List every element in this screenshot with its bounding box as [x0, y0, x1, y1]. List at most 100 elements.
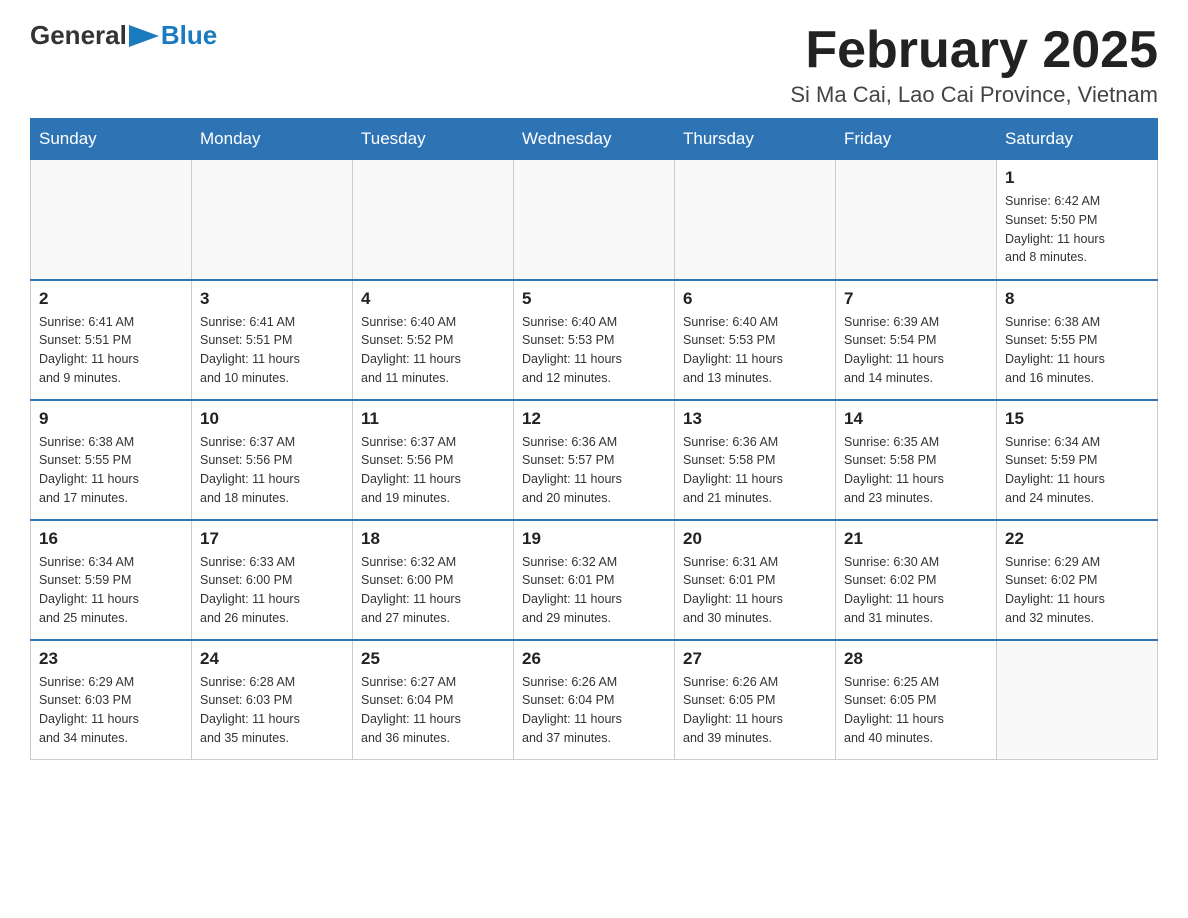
day-number: 2 [39, 289, 183, 309]
calendar-day-cell [192, 160, 353, 280]
calendar-day-cell [514, 160, 675, 280]
calendar-day-cell [31, 160, 192, 280]
day-number: 20 [683, 529, 827, 549]
calendar-day-cell: 21 Sunrise: 6:30 AMSunset: 6:02 PMDayligh… [836, 520, 997, 640]
calendar-day-cell: 10Sunrise: 6:37 AMSunset: 5:56 PMDayligh… [192, 400, 353, 520]
calendar-day-cell: 16Sunrise: 6:34 AMSunset: 5:59 PMDayligh… [31, 520, 192, 640]
day-info: Sunrise: 6:31 AMSunset: 6:01 PMDaylight:… [683, 553, 827, 628]
day-info: Sunrise: 6:36 AMSunset: 5:58 PMDaylight:… [683, 433, 827, 508]
logo-general-text: General [30, 20, 127, 51]
logo-flag-icon [129, 25, 159, 47]
day-info: Sunrise: 6:42 AMSunset: 5:50 PMDaylight:… [1005, 192, 1149, 267]
calendar-week-row: 9 Sunrise: 6:38 AMSunset: 5:55 PMDaylight… [31, 400, 1158, 520]
day-number: 12 [522, 409, 666, 429]
day-of-week-header: Sunday [31, 119, 192, 160]
day-info: Sunrise: 6:35 AMSunset: 5:58 PMDaylight:… [844, 433, 988, 508]
day-info: Sunrise: 6:41 AMSunset: 5:51 PMDaylight:… [200, 313, 344, 388]
title-section: February 2025 Si Ma Cai, Lao Cai Provinc… [790, 20, 1158, 108]
day-info: Sunrise: 6:37 AMSunset: 5:56 PMDaylight:… [361, 433, 505, 508]
day-number: 9 [39, 409, 183, 429]
day-number: 19 [522, 529, 666, 549]
day-number: 26 [522, 649, 666, 669]
calendar-day-cell: 12 Sunrise: 6:36 AMSunset: 5:57 PMDayligh… [514, 400, 675, 520]
day-number: 3 [200, 289, 344, 309]
page-header: General Blue February 2025 Si Ma Cai, La… [30, 20, 1158, 108]
calendar-day-cell: 2 Sunrise: 6:41 AMSunset: 5:51 PMDaylight… [31, 280, 192, 400]
day-number: 21 [844, 529, 988, 549]
calendar-day-cell: 23Sunrise: 6:29 AMSunset: 6:03 PMDayligh… [31, 640, 192, 760]
calendar-day-cell: 1 Sunrise: 6:42 AMSunset: 5:50 PMDaylight… [997, 160, 1158, 280]
day-info: Sunrise: 6:27 AMSunset: 6:04 PMDaylight:… [361, 673, 505, 748]
calendar-day-cell [836, 160, 997, 280]
day-of-week-header: Friday [836, 119, 997, 160]
day-number: 22 [1005, 529, 1149, 549]
day-number: 18 [361, 529, 505, 549]
calendar-day-cell: 19 Sunrise: 6:32 AMSunset: 6:01 PMDayligh… [514, 520, 675, 640]
calendar-day-cell: 25 Sunrise: 6:27 AMSunset: 6:04 PMDayligh… [353, 640, 514, 760]
day-info: Sunrise: 6:29 AMSunset: 6:03 PMDaylight:… [39, 673, 183, 748]
day-info: Sunrise: 6:29 AMSunset: 6:02 PMDaylight:… [1005, 553, 1149, 628]
calendar-day-cell: 11 Sunrise: 6:37 AMSunset: 5:56 PMDayligh… [353, 400, 514, 520]
day-number: 4 [361, 289, 505, 309]
day-number: 17 [200, 529, 344, 549]
day-number: 25 [361, 649, 505, 669]
calendar-week-row: 1 Sunrise: 6:42 AMSunset: 5:50 PMDaylight… [31, 160, 1158, 280]
day-number: 27 [683, 649, 827, 669]
calendar-day-cell: 15Sunrise: 6:34 AMSunset: 5:59 PMDayligh… [997, 400, 1158, 520]
day-info: Sunrise: 6:40 AMSunset: 5:53 PMDaylight:… [683, 313, 827, 388]
day-info: Sunrise: 6:33 AMSunset: 6:00 PMDaylight:… [200, 553, 344, 628]
calendar-week-row: 2 Sunrise: 6:41 AMSunset: 5:51 PMDaylight… [31, 280, 1158, 400]
calendar-day-cell: 9 Sunrise: 6:38 AMSunset: 5:55 PMDaylight… [31, 400, 192, 520]
day-info: Sunrise: 6:39 AMSunset: 5:54 PMDaylight:… [844, 313, 988, 388]
day-of-week-header: Monday [192, 119, 353, 160]
day-info: Sunrise: 6:32 AMSunset: 6:01 PMDaylight:… [522, 553, 666, 628]
day-number: 13 [683, 409, 827, 429]
day-number: 7 [844, 289, 988, 309]
day-info: Sunrise: 6:38 AMSunset: 5:55 PMDaylight:… [39, 433, 183, 508]
day-number: 1 [1005, 168, 1149, 188]
day-info: Sunrise: 6:28 AMSunset: 6:03 PMDaylight:… [200, 673, 344, 748]
calendar-day-cell: 7 Sunrise: 6:39 AMSunset: 5:54 PMDaylight… [836, 280, 997, 400]
day-number: 24 [200, 649, 344, 669]
day-info: Sunrise: 6:40 AMSunset: 5:53 PMDaylight:… [522, 313, 666, 388]
calendar-day-cell: 28Sunrise: 6:25 AMSunset: 6:05 PMDayligh… [836, 640, 997, 760]
calendar-day-cell: 5 Sunrise: 6:40 AMSunset: 5:53 PMDaylight… [514, 280, 675, 400]
day-number: 6 [683, 289, 827, 309]
day-number: 11 [361, 409, 505, 429]
location-subtitle: Si Ma Cai, Lao Cai Province, Vietnam [790, 82, 1158, 108]
day-info: Sunrise: 6:38 AMSunset: 5:55 PMDaylight:… [1005, 313, 1149, 388]
day-of-week-header: Thursday [675, 119, 836, 160]
day-of-week-header: Tuesday [353, 119, 514, 160]
calendar-day-cell: 18Sunrise: 6:32 AMSunset: 6:00 PMDayligh… [353, 520, 514, 640]
logo: General Blue [30, 20, 217, 51]
calendar-day-cell [675, 160, 836, 280]
day-info: Sunrise: 6:26 AMSunset: 6:04 PMDaylight:… [522, 673, 666, 748]
calendar-week-row: 23Sunrise: 6:29 AMSunset: 6:03 PMDayligh… [31, 640, 1158, 760]
calendar-day-cell: 13 Sunrise: 6:36 AMSunset: 5:58 PMDayligh… [675, 400, 836, 520]
calendar-day-cell: 6 Sunrise: 6:40 AMSunset: 5:53 PMDaylight… [675, 280, 836, 400]
day-info: Sunrise: 6:36 AMSunset: 5:57 PMDaylight:… [522, 433, 666, 508]
calendar-day-cell [997, 640, 1158, 760]
calendar-day-cell: 8 Sunrise: 6:38 AMSunset: 5:55 PMDaylight… [997, 280, 1158, 400]
day-of-week-header: Wednesday [514, 119, 675, 160]
calendar-day-cell: 27Sunrise: 6:26 AMSunset: 6:05 PMDayligh… [675, 640, 836, 760]
calendar-table: SundayMondayTuesdayWednesdayThursdayFrid… [30, 118, 1158, 760]
day-info: Sunrise: 6:34 AMSunset: 5:59 PMDaylight:… [39, 553, 183, 628]
logo-blue-text: Blue [161, 20, 217, 51]
day-of-week-header: Saturday [997, 119, 1158, 160]
calendar-day-cell [353, 160, 514, 280]
calendar-day-cell: 14 Sunrise: 6:35 AMSunset: 5:58 PMDayligh… [836, 400, 997, 520]
calendar-header-row: SundayMondayTuesdayWednesdayThursdayFrid… [31, 119, 1158, 160]
day-info: Sunrise: 6:41 AMSunset: 5:51 PMDaylight:… [39, 313, 183, 388]
day-info: Sunrise: 6:30 AMSunset: 6:02 PMDaylight:… [844, 553, 988, 628]
day-number: 8 [1005, 289, 1149, 309]
calendar-day-cell: 3 Sunrise: 6:41 AMSunset: 5:51 PMDaylight… [192, 280, 353, 400]
day-number: 5 [522, 289, 666, 309]
calendar-day-cell: 20 Sunrise: 6:31 AMSunset: 6:01 PMDayligh… [675, 520, 836, 640]
day-info: Sunrise: 6:25 AMSunset: 6:05 PMDaylight:… [844, 673, 988, 748]
calendar-day-cell: 4Sunrise: 6:40 AMSunset: 5:52 PMDaylight… [353, 280, 514, 400]
calendar-day-cell: 17 Sunrise: 6:33 AMSunset: 6:00 PMDayligh… [192, 520, 353, 640]
month-title: February 2025 [790, 20, 1158, 80]
day-number: 10 [200, 409, 344, 429]
day-number: 14 [844, 409, 988, 429]
